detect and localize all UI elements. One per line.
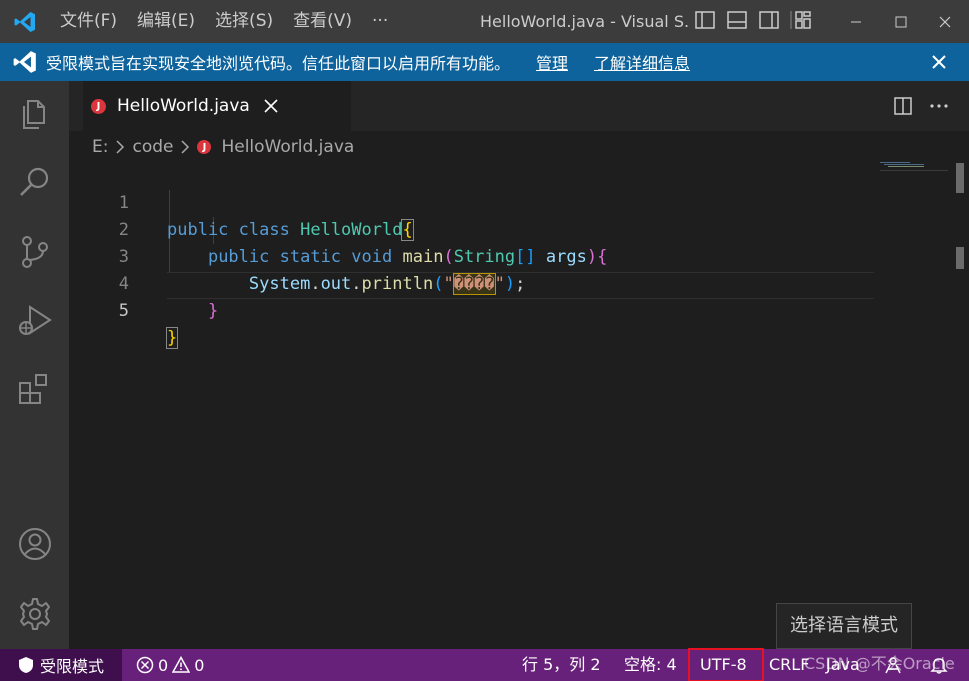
menu-more[interactable]: ··· [362, 0, 398, 43]
menu-selection[interactable]: 选择(S) [205, 0, 283, 43]
chevron-right-icon [116, 140, 125, 154]
bracket: } [207, 301, 219, 321]
cursor-position[interactable]: 行 5，列 2 [522, 649, 601, 681]
menu-view[interactable]: 查看(V) [283, 0, 362, 43]
watermark: CSDN @不会Oracle [804, 654, 955, 673]
restricted-mode-status[interactable]: 受限模式 [0, 649, 122, 681]
java-file-icon: J [91, 98, 106, 114]
code-line-3: 3 System.out.println("����"); [69, 217, 874, 295]
indentation-status[interactable]: 空格: 4 [624, 649, 677, 681]
breadcrumb-drive[interactable]: E: [92, 137, 108, 157]
toggle-secondary-sidebar-icon[interactable] [758, 9, 780, 31]
code-line-5: 5 } [69, 271, 874, 349]
title-bar: 文件(F) 编辑(E) 选择(S) 查看(V) ··· HelloWorld.j… [0, 0, 969, 43]
settings-gear-icon[interactable] [16, 595, 54, 633]
scrollbar-thumb[interactable] [956, 163, 964, 193]
error-count: 0 [158, 655, 169, 675]
code-line-2: 2 public static void main(String[] args)… [69, 190, 874, 267]
menu-bar: 文件(F) 编辑(E) 选择(S) 查看(V) ··· [50, 0, 398, 43]
close-window-button[interactable] [921, 0, 969, 43]
code-line-1: 1 public class HelloWorld{ [69, 163, 874, 241]
minimize-button[interactable] [832, 0, 880, 43]
minimap[interactable] [880, 160, 950, 180]
java-file-icon: J [197, 140, 212, 154]
vertical-scrollbar[interactable] [955, 160, 965, 650]
search-icon[interactable] [16, 163, 54, 201]
code-editor[interactable]: 1 public class HelloWorld{ 2 public stat… [69, 163, 874, 649]
editor-actions [893, 96, 949, 116]
window-title: HelloWorld.java - Visual S... [480, 12, 688, 31]
minimize-icon [851, 21, 861, 22]
customize-layout-icon[interactable] [790, 9, 812, 31]
editor-tabs: J HelloWorld.java [69, 81, 969, 131]
shield-icon [18, 657, 33, 673]
manage-link[interactable]: 管理 [536, 50, 568, 74]
vscode-window: 文件(F) 编辑(E) 选择(S) 查看(V) ··· HelloWorld.j… [0, 0, 969, 681]
breadcrumb-file[interactable]: HelloWorld.java [221, 137, 354, 157]
bracket: } [165, 327, 179, 349]
more-actions-icon[interactable] [929, 96, 949, 116]
breadcrumb: E: code J HelloWorld.java [92, 131, 354, 163]
learn-more-link[interactable]: 了解详细信息 [594, 50, 690, 74]
explorer-icon[interactable] [16, 95, 54, 133]
toggle-primary-sidebar-icon[interactable] [694, 9, 716, 31]
restricted-mode-label: 受限模式 [39, 657, 104, 676]
menu-file[interactable]: 文件(F) [50, 0, 127, 43]
source-control-icon[interactable] [16, 233, 54, 271]
maximize-button[interactable] [877, 0, 925, 43]
restricted-mode-banner: 受限模式旨在实现安全地浏览代码。信任此窗口以启用所有功能。 管理 了解详细信息 [0, 43, 969, 81]
close-banner-icon[interactable] [929, 52, 949, 72]
close-icon [939, 16, 951, 27]
chevron-right-icon [181, 140, 190, 154]
tab-helloworld-java[interactable]: J HelloWorld.java [83, 81, 351, 131]
banner-message: 受限模式旨在实现安全地浏览代码。信任此窗口以启用所有功能。 [46, 54, 511, 73]
toggle-panel-icon[interactable] [726, 9, 748, 31]
code-line-4: 4 } [69, 244, 874, 321]
error-icon [136, 656, 154, 674]
vscode-logo-icon [13, 51, 36, 73]
activity-bar [0, 81, 69, 649]
split-editor-icon[interactable] [893, 96, 913, 116]
breadcrumb-folder[interactable]: code [132, 137, 173, 157]
line-number: 5 [118, 301, 129, 321]
close-tab-icon[interactable] [264, 99, 278, 113]
problems-status[interactable]: 0 0 [136, 649, 204, 681]
tab-label: HelloWorld.java [117, 96, 250, 116]
scrollbar-marker [956, 247, 964, 269]
extensions-icon[interactable] [16, 371, 54, 409]
maximize-icon [895, 16, 907, 27]
language-mode-tooltip: 选择语言模式 [776, 603, 912, 649]
vscode-logo-icon [0, 0, 50, 43]
accounts-icon[interactable] [16, 525, 54, 563]
run-debug-icon[interactable] [16, 301, 54, 339]
warning-icon [172, 656, 191, 673]
encoding-highlight-box [688, 648, 764, 681]
warning-count: 0 [194, 655, 205, 675]
layout-controls [694, 9, 812, 31]
menu-edit[interactable]: 编辑(E) [127, 0, 205, 43]
